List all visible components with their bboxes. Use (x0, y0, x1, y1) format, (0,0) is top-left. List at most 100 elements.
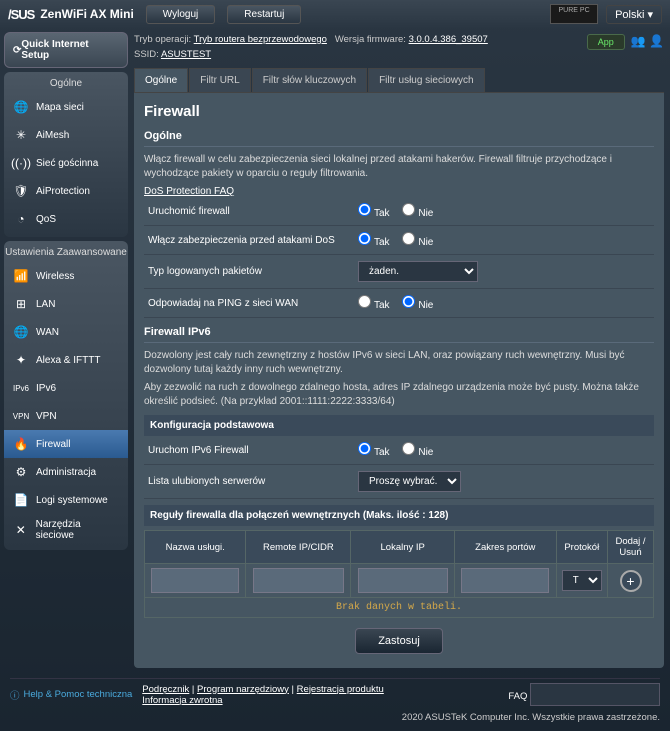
alexa-icon: ✦ (12, 351, 30, 369)
sidebar-item-vpn[interactable]: VPNVPN (4, 402, 128, 430)
reboot-button[interactable]: Restartuj (227, 5, 301, 24)
th-add: Dodaj / Usuń (608, 531, 654, 564)
model-name: ZenWiFi AX Mini (40, 7, 133, 21)
sidebar: ⟳ Quick Internet Setup Ogólne 🌐Mapa siec… (0, 28, 132, 672)
sidebar-item-nettools[interactable]: ✕Narzędzia sieciowe (4, 514, 128, 546)
shield-icon: 🛡 (12, 182, 30, 200)
general-head: Ogólne (4, 76, 128, 93)
th-ports: Zakres portów (455, 531, 556, 564)
gauge-icon: ◔ (12, 210, 30, 228)
op-mode-link[interactable]: Tryb routera bezprzewodowego (194, 34, 327, 45)
mesh-icon: ✳ (12, 126, 30, 144)
input-proto[interactable]: TCP (562, 570, 602, 591)
link-feedback[interactable]: Informacja zwrotna (142, 695, 222, 706)
help-icon: ⓘ (10, 688, 20, 702)
sidebar-item-wan[interactable]: 🌐WAN (4, 318, 128, 346)
qis-label: Quick Internet Setup (21, 39, 119, 61)
sidebar-general: Ogólne 🌐Mapa sieci ✳AiMesh ((·))Sieć goś… (4, 72, 128, 237)
th-service: Nazwa usługi. (145, 531, 246, 564)
help-link[interactable]: Help & Pomoc techniczna (24, 689, 133, 700)
app-badge[interactable]: App (587, 34, 625, 50)
info-line-2: SSID: ASUSTEST (134, 47, 664, 62)
favlist-select[interactable]: Proszę wybrać. (358, 471, 461, 492)
general-heading: Ogólne (144, 130, 654, 147)
row-wanping: Odpowiadaj na PING z sieci WAN Tak Nie (144, 289, 654, 318)
ipv6fw-yes[interactable] (358, 442, 371, 455)
panel-title: Firewall (144, 103, 654, 120)
input-remote[interactable] (253, 568, 344, 593)
qis-icon: ⟳ (13, 45, 21, 56)
wifi-icon: 📶 (12, 267, 30, 285)
copyright: 2020 ASUSTeK Computer Inc. Wszystkie pra… (10, 706, 660, 725)
dos-yes[interactable] (358, 232, 371, 245)
sidebar-item-admin[interactable]: ⚙Administracja (4, 458, 128, 486)
add-rule-button[interactable]: + (620, 570, 642, 592)
th-local: Lokalny IP (351, 531, 455, 564)
th-proto: Protokół (556, 531, 608, 564)
wan-icon: 🌐 (12, 323, 30, 341)
globe-icon: 🌐 (12, 98, 30, 116)
ipv6-icon: IPv6 (12, 379, 30, 397)
tab-general[interactable]: Ogólne (134, 68, 188, 92)
link-utility[interactable]: Program narzędziowy (197, 684, 289, 695)
th-remote: Remote IP/CIDR (246, 531, 351, 564)
row-ipv6fw: Uruchom IPv6 Firewall Tak Nie (144, 436, 654, 465)
logout-button[interactable]: Wyloguj (146, 5, 215, 24)
fire-icon: 🔥 (12, 435, 30, 453)
link-manual[interactable]: Podręcznik (142, 684, 189, 695)
dos-no[interactable] (402, 232, 415, 245)
ipv6-heading: Firewall IPv6 (144, 326, 654, 343)
tools-icon: ✕ (12, 521, 30, 539)
sidebar-item-ipv6[interactable]: IPv6IPv6 (4, 374, 128, 402)
tab-servicefilter[interactable]: Filtr usług sieciowych (368, 68, 484, 92)
basic-config-head: Konfiguracja podstawowa (144, 415, 654, 436)
sidebar-item-alexa[interactable]: ✦Alexa & IFTTT (4, 346, 128, 374)
tab-keywordfilter[interactable]: Filtr słów kluczowych (252, 68, 367, 92)
input-service[interactable] (151, 568, 239, 593)
faq-input[interactable] (530, 683, 660, 706)
sidebar-item-syslog[interactable]: 📄Logi systemowe (4, 486, 128, 514)
sidebar-item-aimesh[interactable]: ✳AiMesh (4, 121, 128, 149)
brand-logo: /SUS (8, 7, 34, 22)
ping-no[interactable] (402, 295, 415, 308)
fw-link[interactable]: 3.0.0.4.386_39507 (409, 34, 488, 45)
firewall-no[interactable] (402, 203, 415, 216)
input-ports[interactable] (461, 568, 549, 593)
faq-box: FAQ (508, 683, 660, 706)
guest-icon: ((·)) (12, 154, 30, 172)
tabs: Ogólne Filtr URL Filtr słów kluczowych F… (134, 68, 664, 93)
sidebar-item-aiprotection[interactable]: 🛡AiProtection (4, 177, 128, 205)
footer: ⓘ Help & Pomoc techniczna Podręcznik | P… (0, 672, 670, 731)
sidebar-item-firewall[interactable]: 🔥Firewall (4, 430, 128, 458)
info-line-1: 👥 👤 App Tryb operacji: Tryb routera bezp… (134, 32, 664, 47)
firewall-yes[interactable] (358, 203, 371, 216)
input-local[interactable] (358, 568, 448, 593)
sidebar-item-networkmap[interactable]: 🌐Mapa sieci (4, 93, 128, 121)
lan-icon: ⊞ (12, 295, 30, 313)
language-select[interactable]: Polski ▾ (606, 5, 662, 24)
sidebar-item-qos[interactable]: ◔QoS (4, 205, 128, 233)
advanced-head: Ustawienia Zaawansowane (4, 245, 128, 262)
logtype-select[interactable]: żaden. (358, 261, 478, 282)
ping-yes[interactable] (358, 295, 371, 308)
panel-firewall: Firewall Ogólne Włącz firewall w celu za… (134, 93, 664, 668)
ipv6fw-no[interactable] (402, 442, 415, 455)
log-icon: 📄 (12, 491, 30, 509)
ipv6-desc1: Dozwolony jest cały ruch zewnętrzny z ho… (144, 349, 654, 377)
row-enable-firewall: Uruchomić firewall Tak Nie (144, 197, 654, 226)
rules-head: Reguły firewalla dla połączeń wewnętrzny… (144, 505, 654, 526)
top-bar: /SUS ZenWiFi AX Mini Wyloguj Restartuj P… (0, 0, 670, 28)
sidebar-item-wireless[interactable]: 📶Wireless (4, 262, 128, 290)
general-desc: Włącz firewall w celu zabezpieczenia sie… (144, 153, 654, 181)
quick-internet-setup[interactable]: ⟳ Quick Internet Setup (4, 32, 128, 68)
ssid-link[interactable]: ASUSTEST (161, 49, 211, 60)
gear-icon: ⚙ (12, 463, 30, 481)
sidebar-item-guest[interactable]: ((·))Sieć gościnna (4, 149, 128, 177)
tab-urlfilter[interactable]: Filtr URL (189, 68, 250, 92)
user-icons[interactable]: 👥 👤 (631, 34, 664, 48)
apply-button[interactable]: Zastosuj (355, 628, 443, 654)
link-register[interactable]: Rejestracja produktu (297, 684, 384, 695)
footer-links: Podręcznik | Program narzędziowy | Rejes… (142, 684, 384, 706)
sidebar-item-lan[interactable]: ⊞LAN (4, 290, 128, 318)
dos-faq-link[interactable]: DoS Protection FAQ (144, 186, 234, 197)
